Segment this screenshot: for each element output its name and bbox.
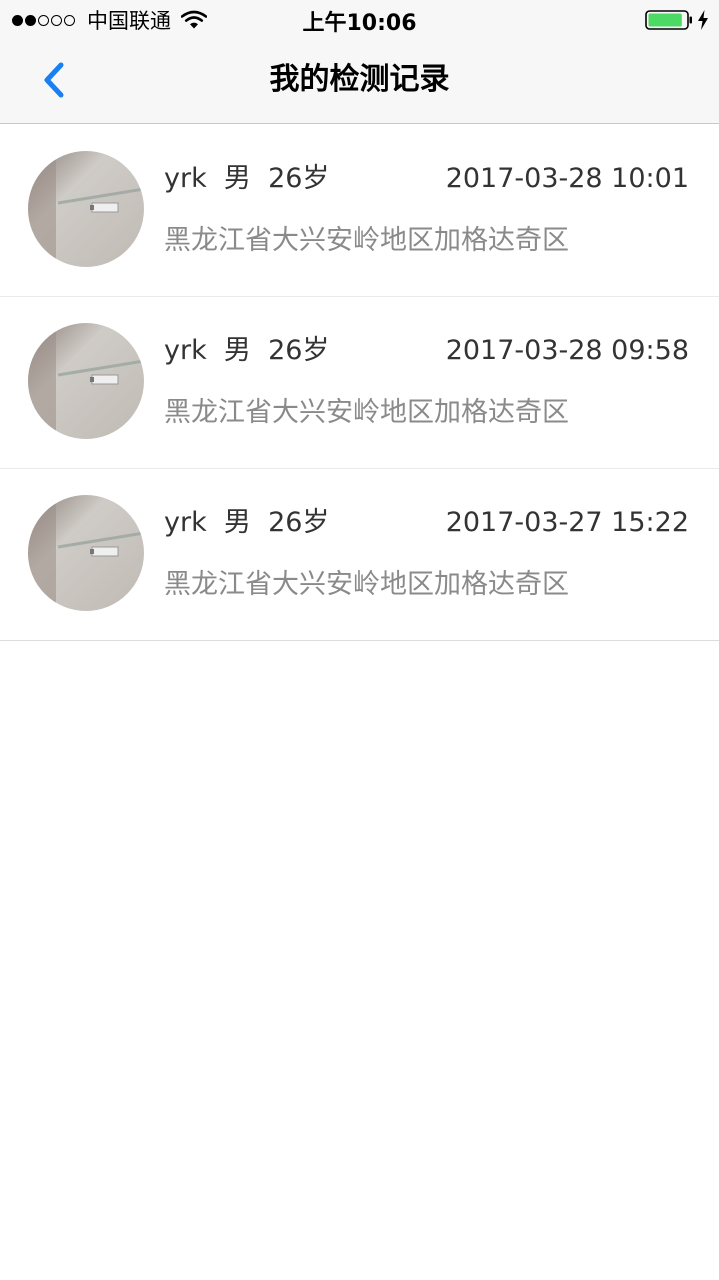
nav-bar: 我的检测记录: [0, 40, 719, 124]
record-time: 2017-03-28 10:01: [445, 163, 689, 194]
charging-bolt-icon: [698, 10, 708, 30]
record-gender: 男: [223, 335, 251, 366]
avatar: [28, 151, 144, 267]
record-address: 黑龙江省大兴安岭地区加格达奇区: [164, 397, 569, 428]
record-row[interactable]: yrk 男 26岁 2017-03-27 15:22 黑龙江省大兴安岭地区加格达…: [0, 469, 719, 641]
record-time: 2017-03-27 15:22: [445, 507, 689, 538]
record-person-info: yrk 男 26岁: [164, 505, 329, 541]
record-age: 26岁: [268, 507, 330, 538]
battery-icon: [645, 10, 692, 30]
record-name: yrk: [164, 507, 207, 538]
status-time: 上午10:06: [302, 11, 417, 36]
record-address: 黑龙江省大兴安岭地区加格达奇区: [164, 225, 569, 256]
record-gender: 男: [223, 163, 251, 194]
record-name: yrk: [164, 163, 207, 194]
record-age: 26岁: [268, 335, 330, 366]
record-time: 2017-03-28 09:58: [445, 335, 689, 366]
status-right: [645, 8, 709, 32]
record-age: 26岁: [268, 163, 330, 194]
status-bar: 中国联通 上午10:06: [0, 0, 719, 40]
avatar-photo: [28, 323, 144, 439]
page-title: 我的检测记录: [269, 62, 450, 97]
record-person-info: yrk 男 26岁: [164, 161, 329, 197]
record-row[interactable]: yrk 男 26岁 2017-03-28 09:58 黑龙江省大兴安岭地区加格达…: [0, 297, 719, 469]
avatar-photo: [28, 495, 144, 611]
avatar: [28, 495, 144, 611]
record-gender: 男: [223, 507, 251, 538]
record-name: yrk: [164, 335, 207, 366]
record-person-info: yrk 男 26岁: [164, 333, 329, 369]
record-list: yrk 男 26岁 2017-03-28 10:01 黑龙江省大兴安岭地区加格达…: [0, 125, 719, 641]
avatar-photo: [28, 151, 144, 267]
avatar: [28, 323, 144, 439]
record-address: 黑龙江省大兴安岭地区加格达奇区: [164, 569, 569, 600]
record-row[interactable]: yrk 男 26岁 2017-03-28 10:01 黑龙江省大兴安岭地区加格达…: [0, 125, 719, 297]
